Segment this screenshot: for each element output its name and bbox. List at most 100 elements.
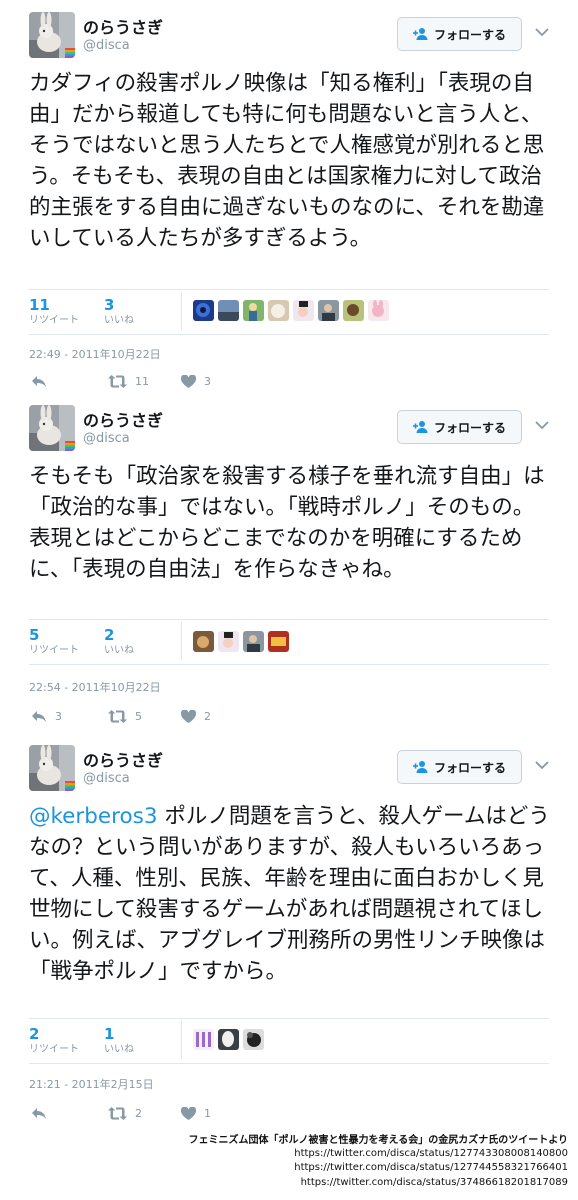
like-stat[interactable]: 2 いいね	[104, 626, 164, 658]
reply-action[interactable]	[31, 1107, 55, 1120]
like-count: 1	[104, 1025, 115, 1043]
liker-avatar[interactable]	[218, 1029, 239, 1050]
follow-button-label: フォローする	[433, 420, 506, 435]
liker-avatar[interactable]	[243, 1029, 264, 1050]
display-name[interactable]: のらうさぎ	[83, 14, 163, 38]
tweet-text: カダフィの殺害ポルノ映像は「知る権利」「表現の自由」だから報道しても特に何も問題…	[29, 68, 554, 254]
liker-avatars	[193, 1029, 264, 1050]
follow-person-icon	[412, 28, 428, 40]
follow-person-icon	[412, 761, 428, 773]
retweet-action-count: 11	[135, 375, 149, 388]
retweet-stat[interactable]: 2 リツイート	[29, 1025, 89, 1057]
avatar[interactable]	[29, 12, 75, 58]
source-url[interactable]: https://twitter.com/disca/status/3748661…	[301, 1177, 568, 1188]
like-action[interactable]: 3	[181, 375, 211, 388]
retweet-action-count: 2	[135, 1107, 142, 1120]
display-name[interactable]: のらうさぎ	[83, 407, 163, 431]
timestamp[interactable]: 22:49 - 2011年10月22日	[29, 346, 161, 362]
like-label: いいね	[104, 645, 134, 656]
divider	[29, 1018, 549, 1019]
retweet-label: リツイート	[29, 645, 79, 656]
tweet-text: そもそも「政治家を殺害する様子を垂れ流す自由」は「政治的な事」ではない。「戦時ポ…	[29, 461, 554, 585]
tweet-text: @kerberos3 ポルノ問題を言うと、殺人ゲームはどうなの？という問いがあり…	[29, 801, 554, 987]
heart-icon	[181, 1107, 196, 1120]
like-action[interactable]: 1	[181, 1107, 211, 1120]
follow-button[interactable]: フォローする	[397, 410, 522, 444]
retweet-icon	[108, 710, 127, 723]
tweet-body: カダフィの殺害ポルノ映像は「知る権利」「表現の自由」だから報道しても特に何も問題…	[29, 71, 545, 251]
liker-avatar[interactable]	[268, 300, 289, 321]
divider	[29, 619, 549, 620]
avatar[interactable]	[29, 745, 75, 791]
stat-separator	[181, 292, 182, 330]
liker-avatar[interactable]	[193, 631, 214, 652]
stat-separator	[181, 622, 182, 660]
avatar[interactable]	[29, 405, 75, 451]
reply-count: 3	[55, 710, 62, 723]
chevron-down-icon[interactable]	[535, 27, 549, 37]
retweet-action[interactable]: 5	[108, 710, 142, 723]
chevron-down-icon[interactable]	[535, 760, 549, 770]
source-caption: フェミニズム団体「ポルノ被害と性暴力を考える会」の金尻カズナ氏のツイートより	[188, 1135, 569, 1146]
tweet-body: そもそも「政治家を殺害する様子を垂れ流す自由」は「政治的な事」ではない。「戦時ポ…	[29, 464, 545, 582]
follow-button-label: フォローする	[433, 27, 506, 42]
reply-action[interactable]	[31, 375, 55, 388]
follow-button-label: フォローする	[433, 760, 506, 775]
display-name[interactable]: のらうさぎ	[83, 747, 163, 771]
timestamp[interactable]: 22:54 - 2011年10月22日	[29, 679, 161, 695]
divider	[29, 1063, 549, 1064]
reply-icon	[32, 1108, 46, 1119]
liker-avatars	[193, 300, 389, 321]
like-label: いいね	[104, 315, 134, 326]
liker-avatar[interactable]	[243, 300, 264, 321]
heart-icon	[181, 710, 196, 723]
tweet-body: ポルノ問題を言うと、殺人ゲームはどうなの？という問いがありますが、殺人もいろいろ…	[29, 804, 550, 984]
chevron-down-icon[interactable]	[535, 420, 549, 430]
retweet-action-count: 5	[135, 710, 142, 723]
reply-icon	[32, 711, 46, 722]
stat-separator	[181, 1021, 182, 1059]
retweet-count: 5	[29, 626, 40, 644]
source-url[interactable]: https://twitter.com/disca/status/1277433…	[294, 1148, 568, 1159]
retweet-count: 11	[29, 296, 50, 314]
heart-icon	[181, 375, 196, 388]
retweet-count: 2	[29, 1025, 40, 1043]
retweet-action[interactable]: 2	[108, 1107, 142, 1120]
retweet-stat[interactable]: 11 リツイート	[29, 296, 89, 328]
user-handle[interactable]: @disca	[83, 431, 130, 446]
like-action[interactable]: 2	[181, 710, 211, 723]
liker-avatar[interactable]	[193, 1029, 214, 1050]
reply-action[interactable]: 3	[31, 710, 62, 723]
follow-button[interactable]: フォローする	[397, 17, 522, 51]
retweet-label: リツイート	[29, 1044, 79, 1055]
like-label: いいね	[104, 1044, 134, 1055]
retweet-icon	[108, 1107, 127, 1120]
liker-avatar[interactable]	[218, 631, 239, 652]
liker-avatars	[193, 631, 289, 652]
source-url[interactable]: https://twitter.com/disca/status/1277445…	[294, 1162, 568, 1173]
mention-link[interactable]: @kerberos3	[29, 804, 158, 829]
retweet-stat[interactable]: 5 リツイート	[29, 626, 89, 658]
like-action-count: 2	[204, 710, 211, 723]
like-stat[interactable]: 1 いいね	[104, 1025, 164, 1057]
follow-button[interactable]: フォローする	[397, 750, 522, 784]
reply-icon	[32, 376, 46, 387]
user-handle[interactable]: @disca	[83, 38, 130, 53]
liker-avatar[interactable]	[218, 300, 239, 321]
user-handle[interactable]: @disca	[83, 771, 130, 786]
liker-avatar[interactable]	[293, 300, 314, 321]
liker-avatar[interactable]	[193, 300, 214, 321]
like-stat[interactable]: 3 いいね	[104, 296, 164, 328]
divider	[29, 289, 549, 290]
retweet-action[interactable]: 11	[108, 375, 149, 388]
like-action-count: 3	[204, 375, 211, 388]
liker-avatar[interactable]	[368, 300, 389, 321]
divider	[29, 664, 549, 665]
liker-avatar[interactable]	[268, 631, 289, 652]
retweet-icon	[108, 375, 127, 388]
timestamp[interactable]: 21:21 - 2011年2月15日	[29, 1076, 154, 1092]
liker-avatar[interactable]	[343, 300, 364, 321]
liker-avatar[interactable]	[318, 300, 339, 321]
liker-avatar[interactable]	[243, 631, 264, 652]
retweet-label: リツイート	[29, 315, 79, 326]
